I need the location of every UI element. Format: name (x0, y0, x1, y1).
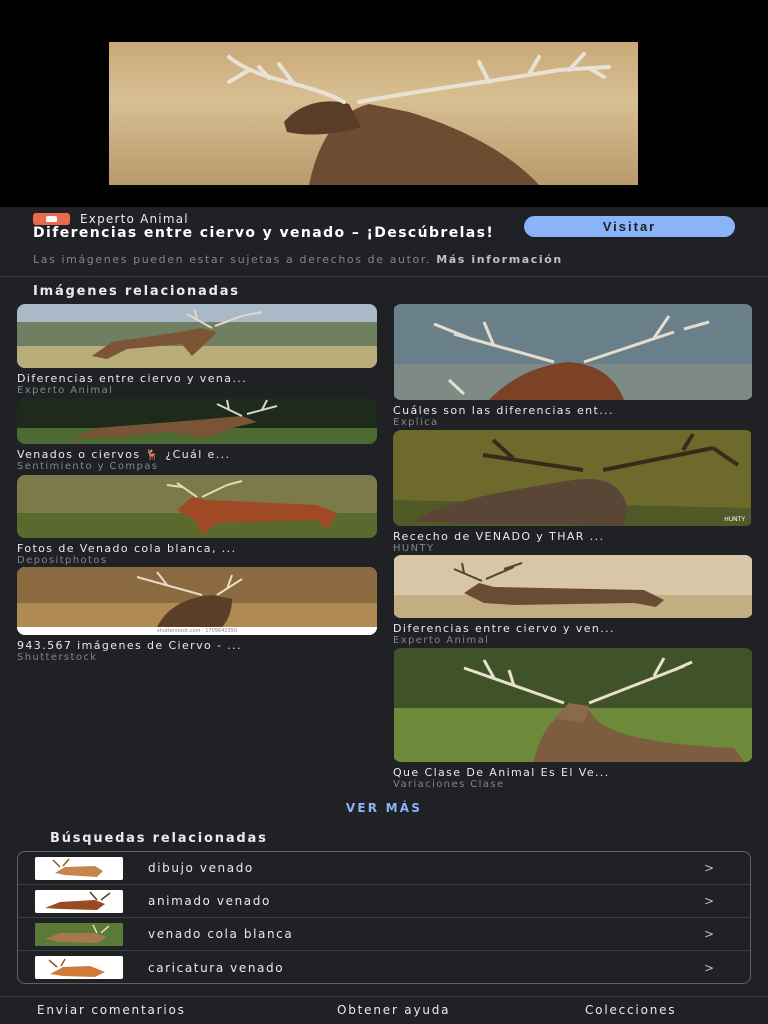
related-image-source: HUNTY (393, 543, 435, 554)
related-image-source: Variaciones Clase (393, 779, 505, 790)
related-image-title: Cuáles son las diferencias ent... (393, 405, 614, 417)
shutterstock-watermark: shutterstock.com · 1709642350 (17, 627, 377, 635)
experto-animal-logo-icon (33, 213, 70, 225)
related-image-source: Shutterstock (17, 652, 98, 663)
related-search-label: venado cola blanca (148, 927, 294, 941)
related-image-thumbnail[interactable]: HUNTY (393, 430, 753, 526)
source-name: Experto Animal (80, 212, 189, 226)
related-image-title: Diferencias entre ciervo y ven... (393, 623, 615, 635)
source-row[interactable]: Experto Animal (33, 212, 189, 226)
more-info-link[interactable]: Más información (436, 253, 563, 266)
copyright-text: Las imágenes pueden estar sujetas a dere… (33, 253, 432, 266)
related-search-label: animado venado (148, 894, 271, 908)
search-thumbnail (35, 956, 123, 979)
hunty-watermark: HUNTY (724, 516, 745, 523)
related-image-thumbnail[interactable] (393, 648, 753, 762)
divider (0, 276, 768, 277)
related-image-thumbnail[interactable] (17, 398, 377, 444)
related-image-source: Experto Animal (393, 635, 490, 646)
main-deer-image[interactable] (109, 42, 638, 185)
related-image-thumbnail[interactable] (393, 304, 753, 400)
related-image-card[interactable]: Cuáles son las diferencias ent... Explic… (393, 304, 753, 428)
related-search-row[interactable]: caricatura venado > (18, 951, 750, 983)
related-image-title: Fotos de Venado cola blanca, ... (17, 543, 237, 555)
related-image-title: Rececho de VENADO y THAR ... (393, 531, 605, 543)
send-feedback-link[interactable]: Enviar comentarios (37, 1003, 186, 1017)
related-image-title: Venados o ciervos 🦌 ¿Cuál e... (17, 449, 231, 461)
related-image-source: Depositphotos (17, 555, 108, 566)
chevron-right-icon: > (703, 894, 714, 908)
related-image-thumbnail[interactable] (17, 475, 377, 538)
chevron-right-icon: > (703, 861, 714, 875)
related-image-card[interactable]: shutterstock.com · 1709642350 943.567 im… (17, 567, 377, 663)
image-viewer (0, 0, 768, 207)
get-help-link[interactable]: Obtener ayuda (337, 1003, 450, 1017)
related-searches-heading: Búsquedas relacionadas (50, 831, 268, 846)
related-image-card[interactable]: Diferencias entre ciervo y vena... Exper… (17, 304, 377, 396)
related-image-source: Experto Animal (17, 385, 114, 396)
related-image-title: 943.567 imágenes de Ciervo - ... (17, 640, 242, 652)
chevron-right-icon: > (703, 960, 714, 975)
related-image-title: Diferencias entre ciervo y vena... (17, 373, 248, 385)
collections-link[interactable]: Colecciones (585, 1003, 676, 1017)
related-image-thumbnail[interactable] (393, 555, 753, 618)
see-more-link[interactable]: VER MÁS (0, 801, 768, 815)
related-image-card[interactable]: HUNTY Rececho de VENADO y THAR ... HUNTY (393, 430, 753, 554)
related-search-label: dibujo venado (148, 861, 254, 875)
related-image-card[interactable]: Fotos de Venado cola blanca, ... Deposit… (17, 475, 377, 566)
related-image-card[interactable]: Venados o ciervos 🦌 ¿Cuál e... Sentimien… (17, 398, 377, 472)
related-image-card[interactable]: Que Clase De Animal Es El Ve... Variacio… (393, 648, 753, 790)
footer-divider (0, 996, 768, 997)
chevron-right-icon: > (703, 927, 714, 941)
visit-button[interactable]: Visitar (524, 216, 735, 237)
search-thumbnail (35, 856, 123, 880)
related-image-title: Que Clase De Animal Es El Ve... (393, 767, 610, 779)
related-image-source: Sentimiento y Compas (17, 461, 159, 472)
related-images-heading: Imágenes relacionadas (33, 284, 240, 299)
page-title[interactable]: Diferencias entre ciervo y venado – ¡Des… (33, 225, 513, 241)
related-searches-list: dibujo venado > animado venado > venado … (17, 851, 751, 984)
search-thumbnail (35, 922, 123, 946)
search-thumbnail (35, 889, 123, 913)
related-image-source: Explica (393, 417, 439, 428)
related-image-card[interactable]: Diferencias entre ciervo y ven... Expert… (393, 555, 753, 646)
copyright-notice: Las imágenes pueden estar sujetas a dere… (33, 253, 633, 266)
related-search-row[interactable]: animado venado > (18, 885, 750, 918)
related-image-thumbnail[interactable]: shutterstock.com · 1709642350 (17, 567, 377, 635)
related-image-thumbnail[interactable] (17, 304, 377, 368)
related-search-row[interactable]: dibujo venado > (18, 852, 750, 885)
related-search-label: caricatura venado (148, 960, 285, 975)
related-search-row[interactable]: venado cola blanca > (18, 918, 750, 951)
